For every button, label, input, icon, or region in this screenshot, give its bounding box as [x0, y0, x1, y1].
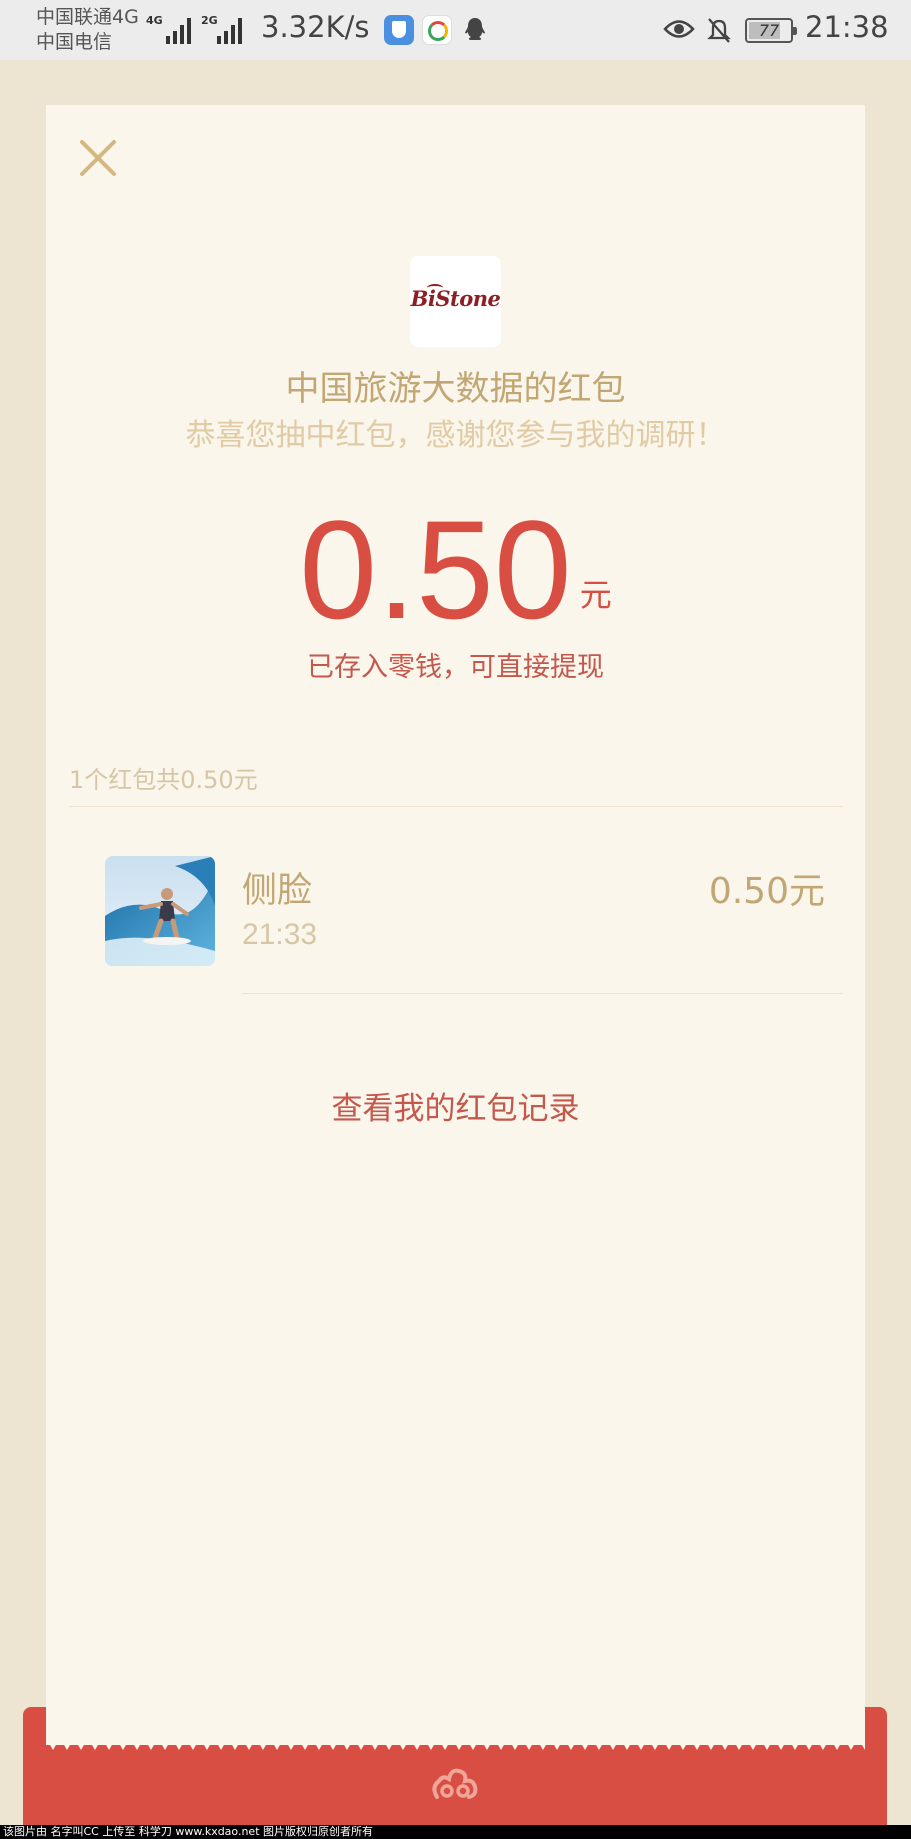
network-2-label: 2G	[201, 14, 218, 27]
packet-summary: 1个红包共0.50元	[69, 766, 258, 794]
record-time: 21:33	[242, 918, 318, 951]
shield-app-icon	[384, 15, 414, 45]
carrier-1-label: 中国联通4G	[36, 6, 139, 28]
signal-2-icon: 2G	[201, 14, 249, 44]
cloud-swirl-icon	[432, 1768, 478, 1799]
divider	[69, 806, 843, 807]
watermark-caption: 该图片由 名字叫CC 上传至 科学刀 www.kxdao.net 图片版权归原创…	[0, 1825, 911, 1839]
view-history-link[interactable]: 查看我的红包记录	[0, 1083, 911, 1128]
network-speed: 3.32K/s	[261, 10, 370, 44]
saved-to-wallet-note: 已存入零钱，可直接提现	[307, 652, 604, 683]
status-bar: 中国联通4G 中国电信 4G 2G 3.32K/s 77 21:38	[0, 0, 911, 60]
greeting-message: 恭喜您抽中红包，感谢您参与我的调研！	[185, 418, 726, 453]
battery-percent: 77	[758, 21, 780, 40]
signal-1-icon: 4G	[146, 14, 194, 44]
network-1-label: 4G	[146, 14, 163, 27]
amount-display: 0.50 元	[0, 500, 911, 640]
surfer-avatar-image	[105, 856, 215, 966]
close-button[interactable]	[78, 138, 118, 178]
record-sender-name: 侧脸	[242, 871, 313, 911]
card-zigzag-edge	[46, 1738, 865, 1750]
qq-penguin-icon	[465, 18, 485, 40]
list-item[interactable]: 侧脸 21:33 0.50元	[46, 830, 865, 1000]
divider	[242, 993, 843, 994]
bell-off-icon	[707, 18, 731, 43]
status-time: 21:38	[805, 10, 889, 44]
amount-value: 0.50	[299, 491, 572, 648]
ring-app-icon	[422, 15, 452, 45]
brand-logo: BiStone	[410, 256, 501, 347]
carrier-2-label: 中国电信	[36, 31, 113, 53]
eye-icon	[663, 20, 695, 38]
sender-title: 中国旅游大数据的红包	[285, 369, 626, 409]
amount-unit: 元	[579, 576, 612, 614]
record-amount: 0.50元	[708, 871, 825, 912]
brand-logo-text: BiStone	[410, 286, 501, 311]
avatar[interactable]	[105, 856, 215, 966]
carrier-info: 中国联通4G 中国电信	[36, 5, 139, 55]
battery-icon: 77	[745, 18, 797, 43]
